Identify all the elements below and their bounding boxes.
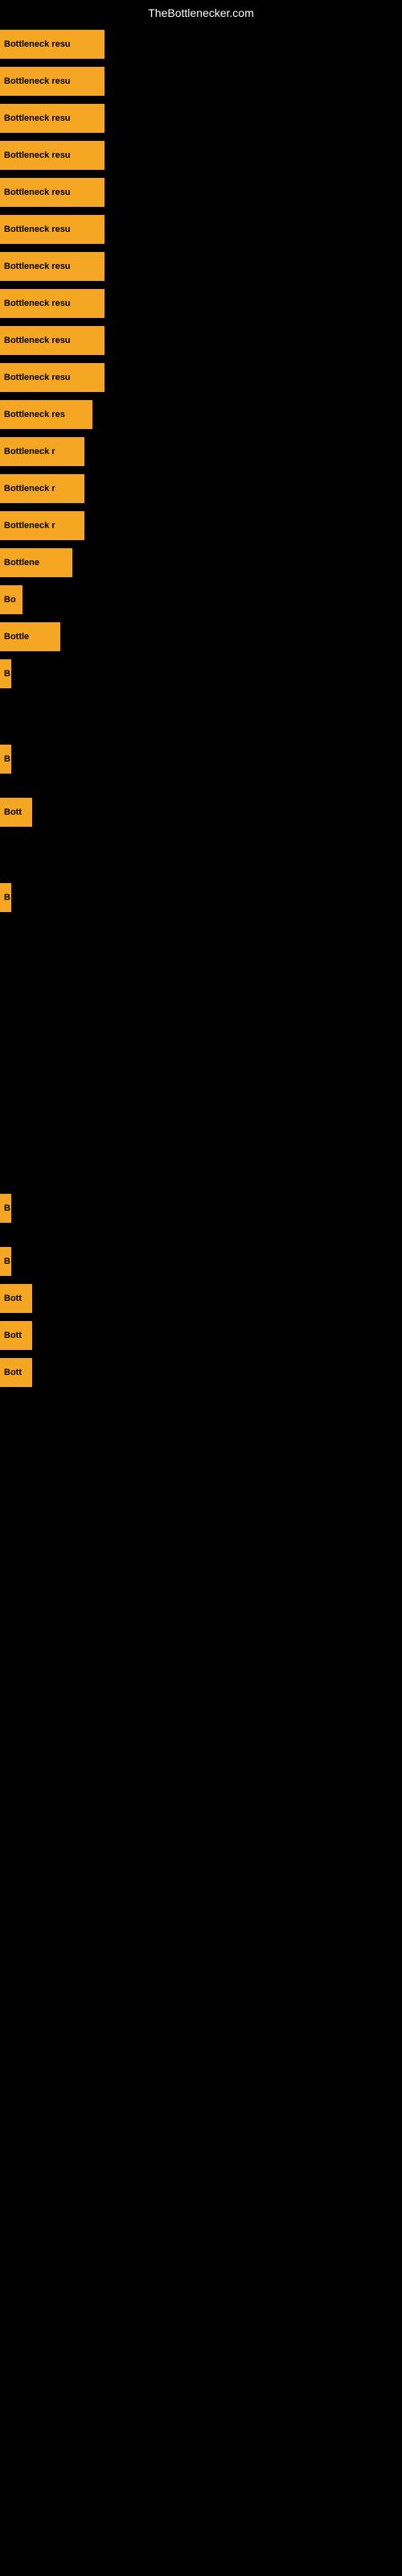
- bar-label: Bottleneck res: [0, 400, 92, 429]
- bar-row: Bottleneck resu: [0, 174, 402, 211]
- spacer: [0, 1391, 402, 1407]
- bar-label: Bottleneck resu: [0, 104, 105, 133]
- bar-label: Bottlene: [0, 548, 72, 577]
- spacer: [0, 1227, 402, 1243]
- bar-label: B: [0, 883, 11, 912]
- bar-label: Bottleneck r: [0, 437, 84, 466]
- bar-label: Bottleneck resu: [0, 215, 105, 244]
- bar-label: Bottle: [0, 622, 60, 651]
- bar-label: Bottleneck resu: [0, 141, 105, 170]
- bar-row: B: [0, 1190, 402, 1227]
- bar-label: B: [0, 659, 11, 688]
- spacer: [0, 778, 402, 794]
- bar-row: Bottleneck resu: [0, 100, 402, 137]
- bar-label: B: [0, 745, 11, 774]
- bar-label: Bott: [0, 798, 32, 827]
- bar-label: B: [0, 1194, 11, 1223]
- bar-row: Bottleneck resu: [0, 26, 402, 63]
- bar-label: Bottleneck r: [0, 474, 84, 503]
- bar-label: Bottleneck resu: [0, 30, 105, 59]
- bar-row: Bottleneck resu: [0, 322, 402, 359]
- bar-row: Bott: [0, 1317, 402, 1354]
- bar-label: B: [0, 1247, 11, 1276]
- bar-label: Bott: [0, 1358, 32, 1387]
- bar-label: Bo: [0, 585, 23, 614]
- bar-chart: Bottleneck resu Bottleneck resu Bottlene…: [0, 26, 402, 1407]
- bar-label: Bottleneck resu: [0, 326, 105, 355]
- bar-row: Bottleneck r: [0, 507, 402, 544]
- bar-label: Bottleneck resu: [0, 252, 105, 281]
- bar-row: Bottleneck res: [0, 396, 402, 433]
- bar-row: Bott: [0, 1280, 402, 1317]
- bar-row: Bott: [0, 1354, 402, 1391]
- spacer-large: [0, 916, 402, 1190]
- site-title: TheBottlenecker.com: [0, 0, 402, 26]
- bar-label: Bottleneck resu: [0, 178, 105, 207]
- bar-label: Bott: [0, 1321, 32, 1350]
- bar-label: Bottleneck resu: [0, 289, 105, 318]
- bar-row: Bottle: [0, 618, 402, 655]
- bar-row: Bottleneck resu: [0, 248, 402, 285]
- bar-row: Bottleneck resu: [0, 359, 402, 396]
- bar-label: Bott: [0, 1284, 32, 1313]
- bar-row: Bottlene: [0, 544, 402, 581]
- bar-row: Bottleneck resu: [0, 63, 402, 100]
- bar-row: Bottleneck resu: [0, 137, 402, 174]
- bar-label: Bottleneck resu: [0, 363, 105, 392]
- spacer: [0, 831, 402, 879]
- bar-label: Bottleneck r: [0, 511, 84, 540]
- bar-row: B: [0, 1243, 402, 1280]
- bar-row: Bott: [0, 794, 402, 831]
- bar-row: Bottleneck r: [0, 433, 402, 470]
- spacer: [0, 692, 402, 741]
- bar-row: B: [0, 879, 402, 916]
- bar-row: Bottleneck r: [0, 470, 402, 507]
- bar-row: Bottleneck resu: [0, 211, 402, 248]
- bar-label: Bottleneck resu: [0, 67, 105, 96]
- bar-row: B: [0, 741, 402, 778]
- bar-row: Bo: [0, 581, 402, 618]
- bar-row: B: [0, 655, 402, 692]
- bar-row: Bottleneck resu: [0, 285, 402, 322]
